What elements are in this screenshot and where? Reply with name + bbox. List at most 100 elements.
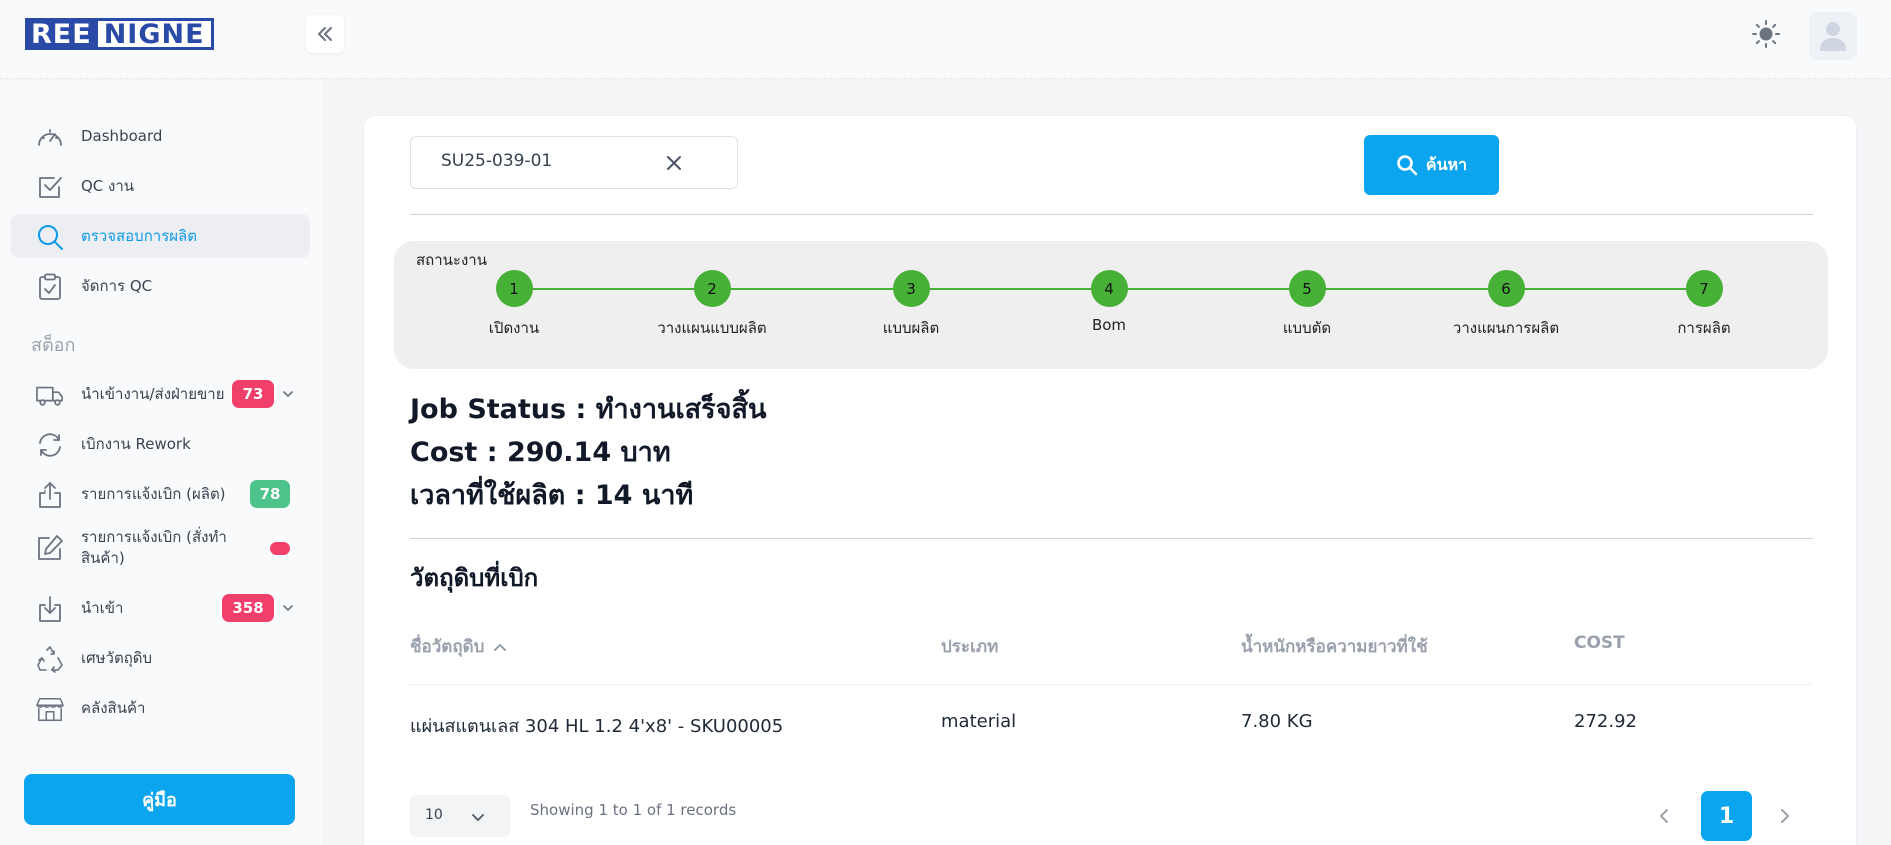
chevron-down-icon <box>283 391 293 398</box>
sort-ascending-icon <box>494 643 507 651</box>
status-step: 3 แบบผลิต <box>811 270 1011 340</box>
column-header-material-name[interactable]: ชื่อวัตถุดิบ <box>410 633 508 660</box>
sidebar-item-scrap[interactable]: เศษวัตถุดิบ <box>11 636 310 680</box>
sidebar-item-requisition-production[interactable]: รายการแจ้งเบิก (ผลิต) 78 <box>11 472 310 516</box>
job-status-tracker: สถานะงาน 1 เปิดงาน 2 วางแผนแบบผลิต 3 แบบ… <box>394 241 1828 369</box>
records-summary: Showing 1 to 1 of 1 records <box>530 801 737 819</box>
user-avatar[interactable] <box>1809 12 1857 60</box>
status-step: 4 Bom <box>1009 270 1209 334</box>
sidebar-item-qc-job[interactable]: QC งาน <box>11 164 310 208</box>
status-tracker-title: สถานะงาน <box>416 251 487 269</box>
column-header-cost[interactable]: COST <box>1574 633 1625 653</box>
step-label: แบบตัด <box>1282 319 1332 337</box>
download-icon <box>36 595 64 623</box>
upload-icon <box>36 481 64 509</box>
edit-icon <box>36 534 64 562</box>
top-header: REE NIGNE <box>0 0 1891 79</box>
sidebar-item-warehouse[interactable]: คลังสินค้า <box>11 686 310 730</box>
user-icon <box>1820 22 1846 51</box>
sidebar-item-label: Dashboard <box>81 127 163 145</box>
count-badge: 358 <box>222 594 274 622</box>
double-chevron-left-icon <box>318 27 332 41</box>
search-icon <box>36 223 64 251</box>
brand-logo[interactable]: REE NIGNE <box>25 18 214 50</box>
sidebar-item-label: นำเข้า <box>81 599 124 617</box>
store-icon <box>36 695 64 723</box>
logo-text-right: NIGNE <box>97 18 214 50</box>
rows-per-page-select[interactable]: 10 <box>410 795 510 837</box>
step-number: 3 <box>892 270 930 307</box>
count-badge: 78 <box>250 480 290 508</box>
status-step: 6 วางแผนการผลิต <box>1406 270 1606 340</box>
sun-icon <box>1752 20 1780 48</box>
divider <box>410 538 1813 539</box>
collapse-sidebar-button[interactable] <box>306 15 344 53</box>
table-cell-weight-length: 7.80 KG <box>1241 711 1313 732</box>
search-button[interactable]: ค้นหา <box>1364 135 1499 195</box>
sidebar-section-stock: สต็อก <box>31 335 76 356</box>
step-label: เปิดงาน <box>488 319 540 337</box>
chevron-down-icon <box>472 814 484 822</box>
table-row-divider <box>410 684 1813 685</box>
sidebar-item-import[interactable]: นำเข้า 358 <box>11 586 310 630</box>
sidebar: Dashboard QC งาน ตรวจสอบการผลิต จัดการ Q… <box>0 80 323 845</box>
search-button-label: ค้นหา <box>1425 154 1468 174</box>
step-label: การผลิต <box>1677 319 1731 337</box>
step-label: แบบผลิต <box>882 319 940 337</box>
sidebar-item-label: รายการแจ้งเบิก (ผลิต) <box>81 485 226 503</box>
status-step: 5 แบบตัด <box>1207 270 1407 340</box>
job-cost-text: Cost : 290.14 บาท <box>410 437 671 468</box>
sidebar-item-label: เศษวัตถุดิบ <box>81 649 153 667</box>
step-number: 5 <box>1288 270 1326 307</box>
job-status-text: Job Status : ทำงานเสร็จสิ้น <box>410 394 767 425</box>
rows-per-page-value: 10 <box>425 807 443 823</box>
dashboard-gauge-icon <box>36 123 64 151</box>
chevron-right-icon[interactable] <box>1775 806 1795 826</box>
sidebar-item-rework[interactable]: เบิกงาน Rework <box>11 422 310 466</box>
status-step: 2 วางแผนแบบผลิต <box>612 270 812 340</box>
step-number: 1 <box>495 270 533 307</box>
status-step: 7 การผลิต <box>1604 270 1804 340</box>
manual-button[interactable]: คู่มือ <box>24 774 295 825</box>
sidebar-item-requisition-order[interactable]: รายการแจ้งเบิก (สั่งทำสินค้า) <box>11 522 310 574</box>
sidebar-item-label: จัดการ QC <box>81 277 153 295</box>
sidebar-item-label: ตรวจสอบการผลิต <box>81 227 197 245</box>
close-icon[interactable] <box>664 153 684 173</box>
sidebar-item-label: คลังสินค้า <box>81 699 146 717</box>
sidebar-item-dashboard[interactable]: Dashboard <box>11 114 310 158</box>
step-label: วางแผนการผลิต <box>1452 319 1560 337</box>
chevron-left-icon[interactable] <box>1654 806 1674 826</box>
step-label: Bom <box>1091 316 1127 334</box>
table-cell-type: material <box>941 711 1017 732</box>
search-icon <box>1397 155 1418 176</box>
materials-section-title: วัตถุดิบที่เบิก <box>410 564 539 592</box>
truck-icon <box>36 381 64 409</box>
sidebar-item-import-to-sales[interactable]: นำเข้างาน/ส่งฝ่ายขาย 73 <box>11 372 310 416</box>
sidebar-item-label: รายการแจ้งเบิก (สั่งทำสินค้า) <box>81 528 227 567</box>
clipboard-icon <box>36 273 64 301</box>
job-search-input[interactable]: SU25-039-01 <box>410 136 738 189</box>
step-label: วางแผนแบบผลิต <box>657 319 767 337</box>
column-header-label: ประเภท <box>941 637 999 657</box>
step-number: 4 <box>1090 270 1128 307</box>
sidebar-item-label: นำเข้างาน/ส่งฝ่ายขาย <box>81 385 225 403</box>
sidebar-item-production-check[interactable]: ตรวจสอบการผลิต <box>11 214 310 258</box>
search-input-value: SU25-039-01 <box>441 151 553 171</box>
theme-toggle-button[interactable] <box>1748 16 1784 52</box>
pagination-page-current[interactable]: 1 <box>1701 791 1752 841</box>
table-cell-cost: 272.92 <box>1574 711 1637 732</box>
step-number: 7 <box>1685 270 1723 307</box>
count-badge <box>270 542 290 555</box>
step-number: 2 <box>693 270 731 307</box>
table-cell-material-name: แผ่นสแตนเลส 304 HL 1.2 4'x8' - SKU00005 <box>410 716 784 737</box>
recycle-icon <box>36 645 64 673</box>
column-header-label: น้ำหนักหรือความยาวที่ใช้ <box>1241 637 1428 657</box>
column-header-label: ชื่อวัตถุดิบ <box>410 637 485 657</box>
column-header-weight-length[interactable]: น้ำหนักหรือความยาวที่ใช้ <box>1241 633 1428 660</box>
job-time-text: เวลาที่ใช้ผลิต : 14 นาที <box>410 480 694 511</box>
logo-text-left: REE <box>25 18 98 50</box>
sidebar-item-manage-qc[interactable]: จัดการ QC <box>11 264 310 308</box>
column-header-type[interactable]: ประเภท <box>941 633 998 660</box>
sidebar-item-label: QC งาน <box>81 177 135 195</box>
column-header-label: COST <box>1574 633 1625 653</box>
